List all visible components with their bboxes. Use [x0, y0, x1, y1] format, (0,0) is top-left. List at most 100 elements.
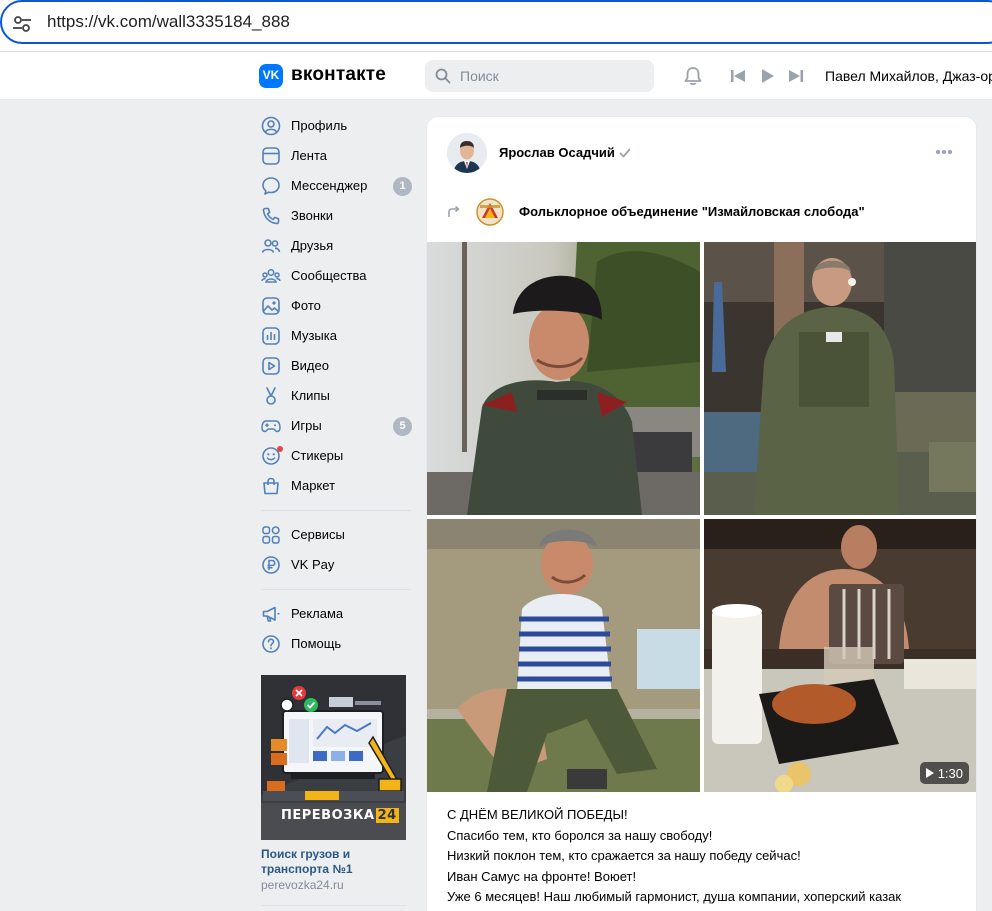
post-text-line: С ДНЁМ ВЕЛИКОЙ ПОБЕДЫ! [447, 807, 628, 822]
vkpay-icon [262, 556, 280, 574]
menu-item-calls[interactable]: Звонки [255, 201, 415, 231]
menu-label: Звонки [291, 208, 333, 223]
menu-item-news[interactable]: Лента [255, 141, 415, 171]
menu-divider [261, 510, 411, 511]
video-duration-text: 1:30 [937, 765, 963, 781]
site-settings-icon[interactable] [12, 14, 32, 34]
news-icon [262, 147, 280, 165]
video-icon [262, 357, 280, 375]
friends-icon [261, 239, 281, 253]
clips-icon [266, 387, 276, 405]
menu-label: Маркет [291, 478, 336, 493]
menu-label: Игры [291, 418, 322, 433]
post-video[interactable]: 1:30 [704, 519, 976, 792]
menu-item-messenger[interactable]: Мессенджер 1 [255, 171, 415, 201]
photo-image [427, 242, 700, 515]
photo-image [427, 519, 700, 792]
photo-icon [262, 297, 280, 315]
menu-label: Сервисы [291, 527, 345, 542]
next-track-icon[interactable] [788, 69, 803, 83]
menu-item-ads[interactable]: Реклама [255, 599, 415, 629]
ads-icon [262, 606, 280, 622]
ad-title[interactable]: Поиск грузов и транспорта №1 [261, 847, 411, 877]
menu-item-help[interactable]: Помощь [255, 629, 415, 659]
groups-icon [261, 269, 281, 283]
post-photo-1[interactable] [427, 242, 700, 515]
address-bar[interactable]: https://vk.com/wall3335184_888 [0, 0, 992, 44]
menu-item-vkpay[interactable]: VK Pay [255, 550, 415, 580]
games-count-badge: 5 [393, 417, 412, 436]
post-text-line: Низкий поклон тем, кто сражается за нашу… [447, 848, 801, 863]
menu-label: Стикеры [291, 448, 344, 463]
more-options-icon[interactable] [935, 149, 953, 155]
post-text: С ДНЁМ ВЕЛИКОЙ ПОБЕДЫ! Спасибо тем, кто … [447, 805, 967, 908]
menu-item-profile[interactable]: Профиль [255, 111, 415, 141]
menu-label: Профиль [291, 118, 348, 133]
menu-item-market[interactable]: Маркет [255, 471, 415, 501]
menu-item-friends[interactable]: Друзья [255, 231, 415, 261]
menu-label: Сообщества [291, 268, 367, 283]
repost-icon [448, 205, 460, 217]
unread-count-badge: 1 [393, 177, 412, 196]
menu-item-music[interactable]: Музыка [255, 321, 415, 351]
verified-icon [619, 148, 631, 158]
search-icon [435, 68, 451, 84]
play-icon [925, 768, 934, 778]
search-input[interactable]: Поиск [425, 60, 654, 92]
menu-label: Клипы [291, 388, 330, 403]
menu-label: Музыка [291, 328, 337, 343]
menu-divider [261, 589, 411, 590]
help-icon [262, 635, 280, 653]
notification-dot [277, 446, 283, 452]
services-icon [262, 526, 280, 544]
ad-banner-image[interactable]: ПЕРЕВОЗКА 24 [261, 675, 406, 840]
post-text-line: Иван Самус на фронте! Воюет! [447, 868, 637, 884]
post-photo-2[interactable] [704, 242, 976, 515]
music-icon [262, 327, 280, 345]
post-photo-3[interactable] [427, 519, 700, 792]
menu-item-clips[interactable]: Клипы [255, 381, 415, 411]
menu-item-groups[interactable]: Сообщества [255, 261, 415, 291]
ad-logo: ПЕРЕВОЗКА 24 [281, 806, 399, 824]
vk-brand-name[interactable]: вконтакте [291, 64, 386, 86]
bell-icon[interactable] [682, 65, 704, 87]
search-placeholder: Поиск [460, 68, 499, 84]
group-name[interactable]: Фольклорное объединение "Измайловская сл… [519, 204, 865, 219]
market-icon [263, 477, 279, 495]
group-avatar[interactable] [474, 196, 506, 228]
profile-icon [261, 116, 281, 136]
left-menu: Профиль Лента Мессенджер 1 Звонки Друзья… [255, 111, 415, 659]
vk-header: VK вконтакте Поиск Павел Михайлов, Джаз-… [0, 52, 992, 100]
menu-label: Мессенджер [291, 178, 368, 193]
vk-logo-letters: VK [262, 68, 280, 82]
author-name[interactable]: Ярослав Осадчий [499, 145, 615, 160]
menu-label: Лента [291, 148, 327, 163]
url-text[interactable]: https://vk.com/wall3335184_888 [47, 12, 290, 32]
play-icon[interactable] [761, 69, 775, 83]
video-thumbnail [704, 519, 976, 792]
vk-logo-icon[interactable]: VK [259, 64, 283, 88]
menu-item-stickers[interactable]: Стикеры [255, 441, 415, 471]
video-duration-badge: 1:30 [919, 762, 969, 784]
post-text-line: Спасибо тем, кто боролся за нашу свободу… [447, 827, 713, 843]
menu-label: Фото [291, 298, 321, 313]
previous-track-icon[interactable] [731, 69, 746, 83]
ad-domain[interactable]: perevozka24.ru [261, 878, 344, 892]
menu-label: Помощь [291, 636, 342, 651]
phone-icon [262, 207, 280, 225]
ad-logo-text: ПЕРЕВОЗКА [281, 807, 375, 823]
menu-item-games[interactable]: Игры 5 [255, 411, 415, 441]
author-avatar[interactable] [447, 133, 487, 173]
now-playing-track[interactable]: Павел Михайлов, Джаз-ор [825, 68, 992, 84]
post-text-line: Уже 6 месяцев! Наш любимый гармонист, ду… [447, 889, 902, 904]
menu-label: Видео [291, 358, 329, 373]
menu-item-services[interactable]: Сервисы [255, 520, 415, 550]
ad-divider [261, 905, 406, 906]
author-avatar-image [447, 133, 487, 173]
menu-label: VK Pay [291, 557, 335, 572]
games-icon [261, 420, 281, 433]
menu-item-photos[interactable]: Фото [255, 291, 415, 321]
ad-logo-number: 24 [375, 807, 399, 823]
menu-item-video[interactable]: Видео [255, 351, 415, 381]
menu-label: Реклама [291, 606, 344, 621]
